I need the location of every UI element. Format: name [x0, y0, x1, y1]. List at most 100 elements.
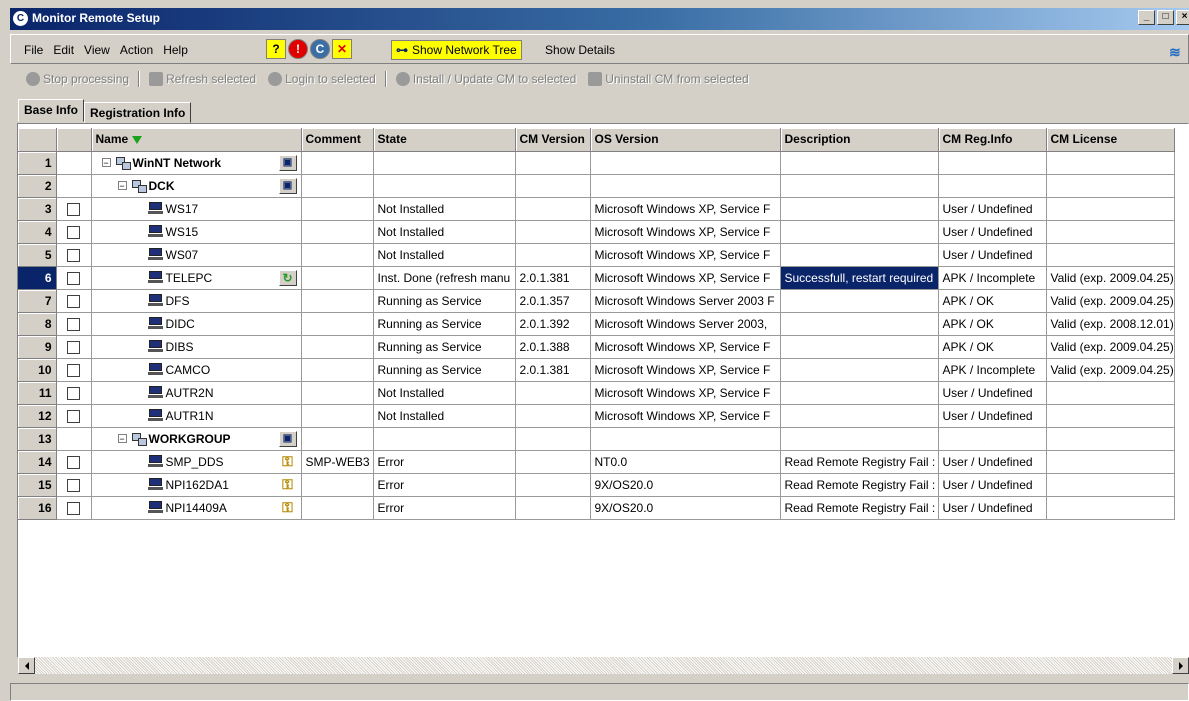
- row-number[interactable]: 5: [18, 243, 57, 267]
- table-row[interactable]: 5 WS07 Not Installed Microsoft Windows XP, …: [18, 243, 1175, 267]
- row-checkbox[interactable]: [67, 202, 80, 216]
- key-icon[interactable]: ⚿: [279, 499, 297, 516]
- monitor-icon[interactable]: ▣: [278, 430, 297, 447]
- row-number[interactable]: 12: [18, 404, 57, 428]
- tab-base-info[interactable]: Base Info: [18, 99, 85, 122]
- name-cell[interactable]: CAMCO: [91, 358, 302, 382]
- row-number[interactable]: 16: [18, 496, 57, 520]
- row-number[interactable]: 15: [18, 473, 57, 497]
- show-details-button[interactable]: Show Details: [539, 40, 621, 60]
- row-number[interactable]: 9: [18, 335, 57, 359]
- horizontal-scrollbar[interactable]: [18, 657, 1189, 674]
- row-number[interactable]: 10: [18, 358, 57, 382]
- row-number[interactable]: 1: [18, 151, 57, 175]
- row-number[interactable]: 7: [18, 289, 57, 313]
- row-number[interactable]: 2: [18, 174, 57, 198]
- row-number[interactable]: 14: [18, 450, 57, 474]
- row-checkbox[interactable]: [67, 271, 80, 285]
- collapse-icon[interactable]: −: [101, 158, 111, 168]
- row-checkbox[interactable]: [67, 386, 80, 400]
- header-description[interactable]: Description: [780, 128, 939, 152]
- header-cm-license[interactable]: CM License: [1046, 128, 1175, 152]
- table-row[interactable]: 11 AUTR2N Not Installed Microsoft Windows X…: [18, 381, 1175, 405]
- help-icon[interactable]: ?: [266, 39, 286, 59]
- table-row[interactable]: 7 DFS Running as Service 2.0.1.357 Microsoft…: [18, 289, 1175, 313]
- table-row[interactable]: 4 WS15 Not Installed Microsoft Windows XP, …: [18, 220, 1175, 244]
- header-cm-reg-info[interactable]: CM Reg.Info: [938, 128, 1047, 152]
- name-cell[interactable]: AUTR1N: [91, 404, 302, 428]
- name-cell[interactable]: − WORKGROUP ▣: [91, 427, 302, 451]
- name-cell[interactable]: DIBS: [91, 335, 302, 359]
- row-checkbox[interactable]: [67, 340, 80, 354]
- row-checkbox[interactable]: [67, 455, 80, 469]
- row-number[interactable]: 4: [18, 220, 57, 244]
- scroll-right-button[interactable]: [1172, 657, 1189, 674]
- name-cell[interactable]: NPI14409A ⚿: [91, 496, 302, 520]
- header-name[interactable]: Name: [91, 128, 302, 152]
- row-checkbox[interactable]: [67, 317, 80, 331]
- table-row[interactable]: 14 SMP_DDS ⚿ SMP-WEB3 Error NT0.0 Read Remote …: [18, 450, 1175, 474]
- table-row[interactable]: 13 − WORKGROUP ▣: [18, 427, 1175, 451]
- row-number[interactable]: 13: [18, 427, 57, 451]
- install-update-cm-button[interactable]: Install / Update CM to selected: [390, 72, 582, 86]
- name-cell[interactable]: DFS: [91, 289, 302, 313]
- maximize-button[interactable]: □: [1157, 10, 1174, 25]
- table-row[interactable]: 6 TELEPC ↻ Inst. Done (refresh manu 2.0.1.38…: [18, 266, 1175, 290]
- row-checkbox[interactable]: [67, 409, 80, 423]
- header-os-version[interactable]: OS Version: [590, 128, 781, 152]
- name-cell[interactable]: WS17: [91, 197, 302, 221]
- scroll-left-button[interactable]: [18, 657, 35, 674]
- row-checkbox[interactable]: [67, 501, 80, 515]
- tab-registration-info[interactable]: Registration Info: [84, 102, 192, 123]
- name-cell[interactable]: − WinNT Network ▣: [91, 151, 302, 175]
- name-cell[interactable]: WS07: [91, 243, 302, 267]
- login-to-selected-button[interactable]: Login to selected: [262, 72, 382, 86]
- menu-help[interactable]: Help: [158, 39, 193, 61]
- key-icon[interactable]: ⚿: [279, 476, 297, 493]
- refresh-selected-button[interactable]: Refresh selected: [143, 72, 262, 86]
- alert-icon[interactable]: !: [288, 39, 308, 59]
- computer-grid[interactable]: Name Comment State CM Version OS Version…: [17, 123, 1189, 658]
- collapse-icon[interactable]: −: [117, 434, 127, 444]
- name-cell[interactable]: AUTR2N: [91, 381, 302, 405]
- close-button[interactable]: ×: [1176, 10, 1189, 25]
- row-checkbox[interactable]: [67, 363, 80, 377]
- row-checkbox[interactable]: [67, 478, 80, 492]
- row-number[interactable]: 8: [18, 312, 57, 336]
- name-cell[interactable]: SMP_DDS ⚿: [91, 450, 302, 474]
- table-row[interactable]: 2 − DCK ▣: [18, 174, 1175, 198]
- monitor-icon[interactable]: ▣: [278, 177, 297, 194]
- cm-icon[interactable]: C: [310, 39, 330, 59]
- table-row[interactable]: 16 NPI14409A ⚿ Error 9X/OS20.0 Read Remote Re…: [18, 496, 1175, 520]
- name-cell[interactable]: NPI162DA1 ⚿: [91, 473, 302, 497]
- header-comment[interactable]: Comment: [301, 128, 374, 152]
- title-bar[interactable]: C Monitor Remote Setup _ □ ×: [10, 8, 1189, 30]
- show-network-tree-button[interactable]: ⊶ Show Network Tree: [391, 40, 522, 60]
- disconnect-icon[interactable]: ✕: [332, 39, 352, 59]
- row-number[interactable]: 11: [18, 381, 57, 405]
- stop-processing-button[interactable]: Stop processing: [20, 72, 135, 86]
- table-row[interactable]: 1 − WinNT Network ▣: [18, 151, 1175, 175]
- header-cm-version[interactable]: CM Version: [515, 128, 591, 152]
- row-checkbox[interactable]: [67, 294, 80, 308]
- uninstall-cm-button[interactable]: Uninstall CM from selected: [582, 72, 754, 86]
- table-row[interactable]: 12 AUTR1N Not Installed Microsoft Windows X…: [18, 404, 1175, 428]
- menu-action[interactable]: Action: [115, 39, 158, 61]
- table-row[interactable]: 9 DIBS Running as Service 2.0.1.388 Microsof…: [18, 335, 1175, 359]
- collapse-icon[interactable]: −: [117, 181, 127, 191]
- table-row[interactable]: 15 NPI162DA1 ⚿ Error 9X/OS20.0 Read Remote Re…: [18, 473, 1175, 497]
- row-checkbox[interactable]: [67, 225, 80, 239]
- monitor-icon[interactable]: ▣: [278, 154, 297, 171]
- row-number[interactable]: 6: [18, 266, 57, 290]
- key-icon[interactable]: ⚿: [279, 453, 297, 470]
- table-row[interactable]: 10 CAMCO Running as Service 2.0.1.381 Micros…: [18, 358, 1175, 382]
- minimize-button[interactable]: _: [1138, 10, 1155, 25]
- row-checkbox[interactable]: [67, 248, 80, 262]
- header-state[interactable]: State: [373, 128, 516, 152]
- name-cell[interactable]: − DCK ▣: [91, 174, 302, 198]
- menu-view[interactable]: View: [79, 39, 115, 61]
- name-cell[interactable]: WS15: [91, 220, 302, 244]
- menu-file[interactable]: File: [19, 39, 48, 61]
- refresh-icon[interactable]: ↻: [278, 269, 297, 286]
- menu-edit[interactable]: Edit: [48, 39, 79, 61]
